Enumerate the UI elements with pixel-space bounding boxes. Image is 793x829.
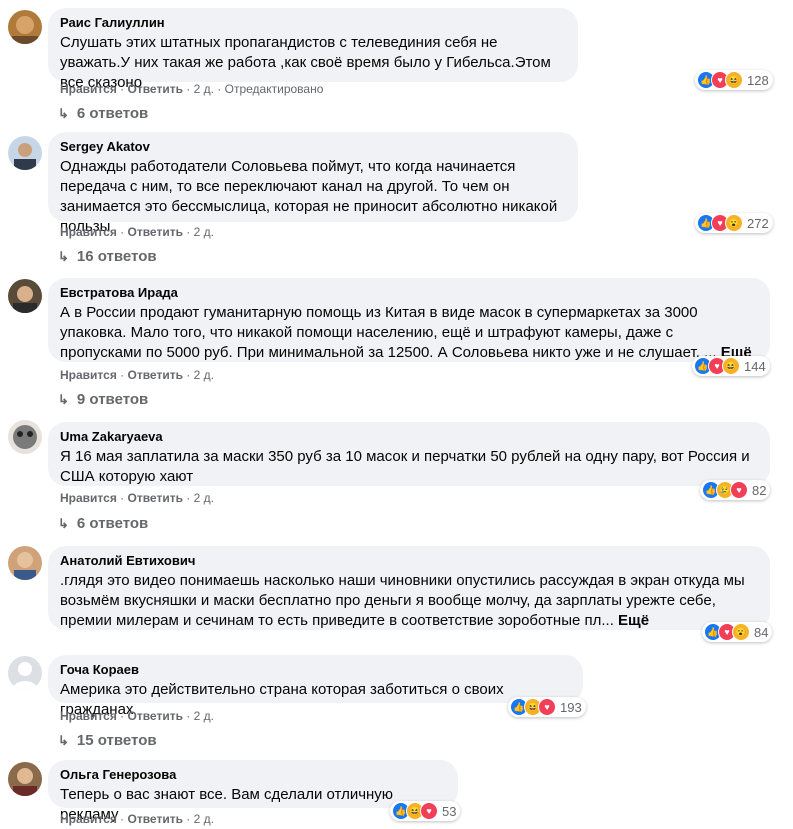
comment-author[interactable]: Uma Zakaryaeva	[60, 429, 758, 445]
comment-author[interactable]: Sergey Akatov	[60, 139, 566, 155]
avatar-photo-icon	[14, 143, 36, 170]
comment-author[interactable]: Анатолий Евтихович	[60, 553, 758, 569]
comment-time[interactable]: 2 д.	[194, 225, 214, 239]
love-icon: ♥	[420, 802, 438, 820]
comment-actions: Нравится · Ответить · 2 д.	[60, 225, 214, 239]
comment-bubble: Гоча Кораев Америка это действительно ст…	[48, 655, 583, 718]
comment-time[interactable]: 2 д.	[194, 812, 214, 826]
reactions[interactable]: 👍 ♥ 😮 84	[702, 622, 773, 642]
reply-link[interactable]: Ответить	[128, 368, 183, 382]
view-replies[interactable]: ↳ 9 ответов	[58, 390, 148, 410]
like-link[interactable]: Нравится	[60, 225, 117, 239]
like-link[interactable]: Нравится	[60, 82, 117, 96]
avatar[interactable]	[8, 10, 42, 44]
comment-time[interactable]: 2 д.	[194, 82, 214, 96]
reply-link[interactable]: Ответить	[128, 812, 183, 826]
reactions[interactable]: 👍 ♥ 😮 272	[695, 213, 773, 233]
avatar[interactable]	[8, 420, 42, 454]
comment-bubble: Раис Галиуллин Слушать этих штатных проп…	[48, 8, 578, 91]
comment-actions: Нравится · Ответить · 2 д. · Отредактиро…	[60, 82, 324, 96]
avatar[interactable]	[8, 656, 42, 690]
reply-link[interactable]: Ответить	[128, 491, 183, 505]
view-replies[interactable]: ↳ 15 ответов	[58, 731, 157, 751]
comment-author[interactable]: Раис Галиуллин	[60, 15, 566, 31]
reaction-count: 84	[754, 624, 769, 640]
comment-text: А в России продают гуманитарную помощь и…	[60, 304, 717, 361]
comment-bubble: Uma Zakaryaeva Я 16 мая заплатила за мас…	[48, 422, 770, 486]
comment-bubble: Анатолий Евтихович .глядя это видео пони…	[48, 546, 770, 630]
reactions[interactable]: 👍 😢 ♥ 82	[700, 480, 771, 500]
reaction-count: 82	[752, 482, 767, 498]
reaction-count: 128	[747, 72, 769, 88]
avatar-photo-icon	[13, 286, 37, 313]
comment-author[interactable]: Евстратова Ирада	[60, 285, 758, 301]
reaction-count: 272	[747, 215, 769, 231]
avatar[interactable]	[8, 136, 42, 170]
edited-label: Отредактировано	[224, 82, 324, 96]
reply-arrow-icon: ↳	[58, 392, 69, 407]
wow-icon: 😮	[732, 623, 750, 641]
avatar-photo-icon	[12, 16, 38, 44]
avatar-photo-icon	[14, 552, 36, 580]
comment-actions: Нравится · Ответить · 2 д.	[60, 491, 214, 505]
see-more-link[interactable]: Ещё	[618, 612, 649, 629]
reaction-count: 193	[560, 699, 582, 715]
like-link[interactable]: Нравится	[60, 709, 117, 723]
reply-arrow-icon: ↳	[58, 516, 69, 531]
like-link[interactable]: Нравится	[60, 368, 117, 382]
avatar[interactable]	[8, 762, 42, 796]
avatar[interactable]	[8, 546, 42, 580]
comment-actions: Нравится · Ответить · 2 д.	[60, 812, 214, 826]
like-link[interactable]: Нравится	[60, 812, 117, 826]
comment-bubble: Sergey Akatov Однажды работодатели Солов…	[48, 132, 578, 235]
reply-link[interactable]: Ответить	[128, 709, 183, 723]
comment-bubble: Евстратова Ирада А в России продают гума…	[48, 278, 770, 362]
like-link[interactable]: Нравится	[60, 491, 117, 505]
reaction-count: 144	[744, 358, 766, 374]
reply-arrow-icon: ↳	[58, 106, 69, 121]
comment-actions: Нравится · Ответить · 2 д.	[60, 709, 214, 723]
love-icon: ♥	[730, 481, 748, 499]
avatar-photo-icon	[13, 425, 37, 449]
love-icon: ♥	[538, 698, 556, 716]
comment-time[interactable]: 2 д.	[194, 491, 214, 505]
reactions[interactable]: 👍 ♥ 😆 128	[695, 70, 773, 90]
reactions[interactable]: 👍 😆 ♥ 53	[390, 801, 461, 821]
comment-text: Я 16 мая заплатила за маски 350 руб за 1…	[60, 448, 750, 485]
reactions[interactable]: 👍 ♥ 😆 144	[692, 356, 770, 376]
default-avatar-icon	[12, 662, 38, 690]
reactions[interactable]: 👍 😆 ♥ 193	[508, 697, 586, 717]
avatar-photo-icon	[13, 768, 37, 796]
wow-icon: 😮	[725, 214, 743, 232]
haha-icon: 😆	[725, 71, 743, 89]
view-replies[interactable]: ↳ 16 ответов	[58, 247, 157, 267]
reply-arrow-icon: ↳	[58, 249, 69, 264]
comment-author[interactable]: Ольга Генерозова	[60, 767, 446, 783]
reply-link[interactable]: Ответить	[128, 225, 183, 239]
reply-arrow-icon: ↳	[58, 733, 69, 748]
view-replies[interactable]: ↳ 6 ответов	[58, 514, 148, 534]
comment-time[interactable]: 2 д.	[194, 709, 214, 723]
avatar[interactable]	[8, 279, 42, 313]
comment-actions: Нравится · Ответить · 2 д.	[60, 368, 214, 382]
comment-time[interactable]: 2 д.	[194, 368, 214, 382]
comment-author[interactable]: Гоча Кораев	[60, 662, 571, 678]
view-replies[interactable]: ↳ 6 ответов	[58, 104, 148, 124]
reaction-count: 53	[442, 803, 457, 819]
reply-link[interactable]: Ответить	[128, 82, 183, 96]
haha-icon: 😆	[722, 357, 740, 375]
